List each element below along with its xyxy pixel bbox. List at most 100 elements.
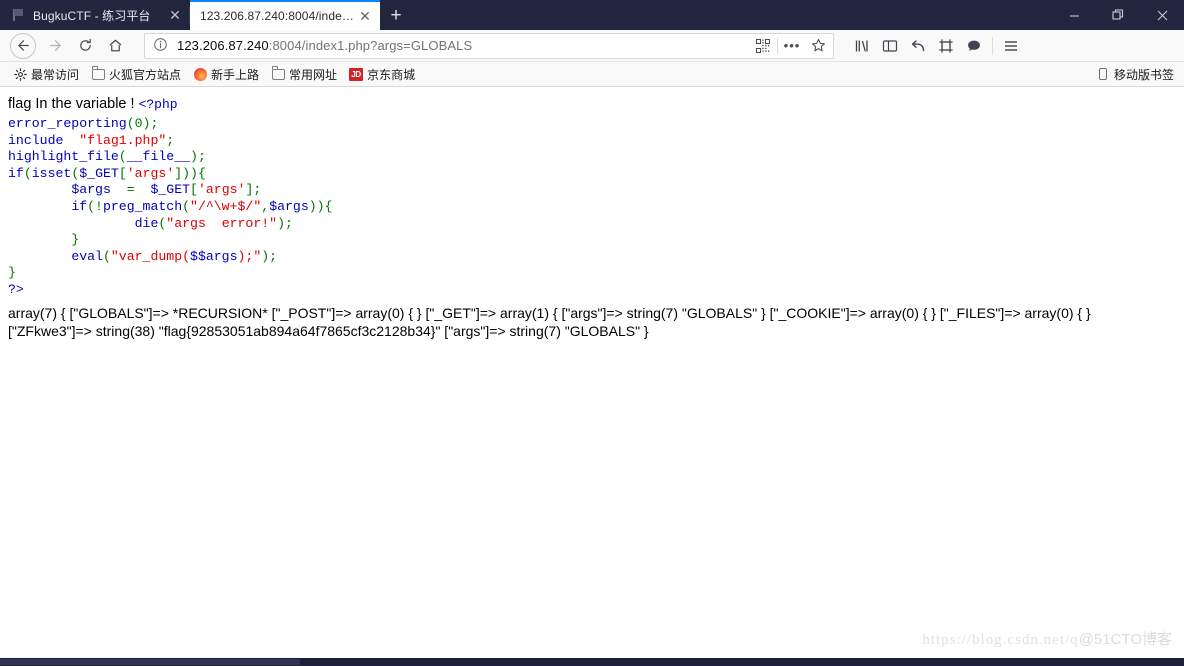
code-token: 'args' <box>126 165 175 181</box>
library-icon[interactable] <box>848 32 876 60</box>
code-token: ( <box>23 165 32 181</box>
code-token: eval <box>71 248 103 264</box>
code-line: error_reporting(0); <box>8 116 1176 133</box>
url-text[interactable]: 123.206.87.240:8004/index1.php?args=GLOB… <box>177 38 750 53</box>
bookmark-star-icon[interactable] <box>805 34 831 58</box>
code-token: $args <box>71 182 111 198</box>
browser-action-toolbar <box>848 32 1025 60</box>
code-token: ( <box>118 149 127 165</box>
bookmark-label: 新手上路 <box>211 67 260 82</box>
restore-button[interactable] <box>1096 0 1140 30</box>
code-line: $args = $_GET['args']; <box>8 182 1176 199</box>
code-token: ); <box>261 248 278 264</box>
code-line: highlight_file(__file__); <box>8 149 1176 166</box>
page-actions-icon[interactable]: ••• <box>779 34 805 58</box>
qr-code-icon[interactable] <box>750 34 776 58</box>
bookmark-item-most-visited[interactable]: 最常访问 <box>8 64 84 84</box>
minimize-button[interactable] <box>1052 0 1096 30</box>
bookmark-item-firefox-official[interactable]: 火狐官方站点 <box>86 64 186 84</box>
sidebar-icon[interactable] <box>876 32 904 60</box>
phone-icon <box>1096 67 1110 81</box>
window-controls <box>1052 0 1184 30</box>
code-token: ])){ <box>174 165 206 181</box>
code-token: "flag1.php" <box>79 132 167 148</box>
code-token: (0); <box>126 116 159 131</box>
dump-line-2: ["ZFkwe3"]=> string(38) "flag{92853051ab… <box>8 323 649 340</box>
url-host: 123.206.87.240 <box>177 38 269 53</box>
app-menu-icon[interactable] <box>997 32 1025 60</box>
code-token: "var_dump( <box>110 248 191 264</box>
code-token: $_GET <box>150 182 191 198</box>
new-tab-button[interactable]: + <box>380 0 412 30</box>
code-token: $_GET <box>79 165 119 181</box>
code-line: eval("var_dump($$args);"); <box>8 249 1176 266</box>
bookmark-label: 火狐官方站点 <box>109 67 182 82</box>
reload-button[interactable] <box>70 32 100 60</box>
info-circle-icon[interactable] <box>153 37 170 54</box>
code-token: ]; <box>245 182 262 198</box>
code-token: $$args <box>190 248 238 264</box>
bookmark-item-getting-started[interactable]: 新手上路 <box>188 64 264 84</box>
code-token: preg_match <box>102 198 183 214</box>
bookmark-item-mobile-bookmarks[interactable]: 移动版书签 <box>1096 66 1174 83</box>
navigation-toolbar: 123.206.87.240:8004/index1.php?args=GLOB… <box>0 30 1184 62</box>
bookmark-label: 最常访问 <box>31 67 80 82</box>
tab-strip: BugkuCTF - 练习平台 ✕ 123.206.87.240:8004/in… <box>0 0 412 30</box>
code-token: __file__ <box>126 149 191 165</box>
horizontal-scrollbar[interactable] <box>0 658 1184 666</box>
code-token: , <box>261 198 270 214</box>
bookmark-item-common-sites[interactable]: 常用网址 <box>266 64 342 84</box>
code-line: die("args error!"); <box>8 216 1176 233</box>
address-bar[interactable]: 123.206.87.240:8004/index1.php?args=GLOB… <box>144 32 834 59</box>
pocket-icon[interactable] <box>904 32 932 60</box>
home-button[interactable] <box>100 32 130 60</box>
dump-line-1: array(7) { ["GLOBALS"]=> *RECURSION* ["_… <box>8 304 1091 321</box>
code-token: (! <box>87 198 103 214</box>
url-actions: ••• <box>750 34 831 58</box>
divider <box>992 36 993 55</box>
browser-tab-index1php[interactable]: 123.206.87.240:8004/index1.php ✕ <box>190 0 380 30</box>
code-token: [ <box>190 182 198 198</box>
close-icon[interactable]: ✕ <box>166 6 184 24</box>
back-button[interactable] <box>10 32 36 59</box>
code-token: error_reporting <box>8 116 127 131</box>
code-token: } <box>8 265 16 281</box>
code-token: if <box>8 165 24 181</box>
chat-icon[interactable] <box>960 32 988 60</box>
code-token: ; <box>166 132 175 148</box>
code-token: ); <box>190 149 206 165</box>
browser-tab-bugkuctf[interactable]: BugkuCTF - 练习平台 ✕ <box>0 0 190 30</box>
page-heading: flag In the variable ! <?php <box>8 95 1176 114</box>
php-source-code: error_reporting(0); include "flag1.php"; h… <box>8 116 1176 299</box>
watermark-url: https://blog.csdn.net/q <box>922 632 1079 648</box>
forward-button[interactable] <box>40 32 70 60</box>
code-line: } <box>8 232 1176 249</box>
firefox-icon <box>193 67 207 81</box>
folder-icon <box>91 66 105 81</box>
code-token: ?> <box>8 281 24 297</box>
jd-icon: JD <box>349 67 364 81</box>
close-icon[interactable]: ✕ <box>356 7 374 25</box>
code-token: = <box>110 182 151 198</box>
window-titlebar: BugkuCTF - 练习平台 ✕ 123.206.87.240:8004/in… <box>0 0 1184 30</box>
code-token: );" <box>237 248 262 264</box>
bookmark-item-jd[interactable]: JD 京东商城 <box>344 64 420 84</box>
bookmark-label: 京东商城 <box>367 67 416 82</box>
page-content: flag In the variable ! <?php error_repor… <box>0 87 1184 665</box>
code-token: ( <box>182 198 191 214</box>
watermark-suffix: @51CTO博客 <box>1078 631 1172 648</box>
code-line: ?> <box>8 282 1176 299</box>
code-token: highlight_file <box>8 149 119 165</box>
scrollbar-thumb[interactable] <box>0 659 300 665</box>
screenshot-icon[interactable] <box>932 32 960 60</box>
close-button[interactable] <box>1140 0 1184 30</box>
code-token: )){ <box>308 198 333 214</box>
divider <box>777 37 778 54</box>
watermark: https://blog.csdn.net/q@51CTO博客 <box>922 628 1172 649</box>
code-token: "args error!" <box>166 215 278 231</box>
php-open-tag: <?php <box>138 97 178 112</box>
